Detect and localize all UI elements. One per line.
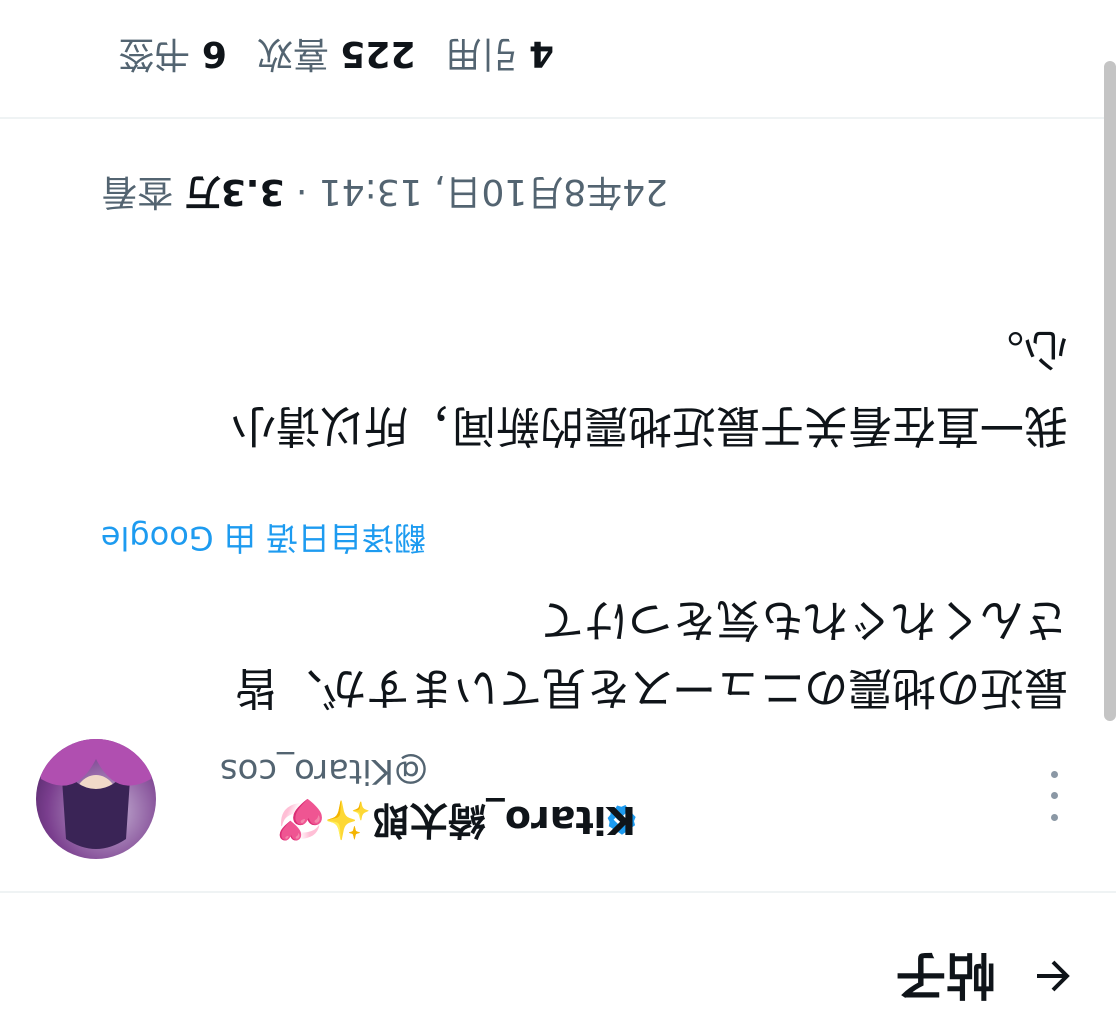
views-label: 查看 [101, 171, 174, 212]
avatar[interactable] [36, 739, 156, 859]
bookmarks-label: 书签 [118, 33, 191, 74]
translated-text-line: 我一直在看关于最近地震的新闻，所以请小 [232, 400, 1068, 451]
quotes-stat[interactable]: 4 引用 [445, 33, 554, 74]
likes-label: 喜欢 [256, 33, 329, 74]
likes-count: 225 [340, 33, 416, 74]
tweet-meta: 24年8月10日, 13:41 · 3.3万 查看 [101, 169, 668, 213]
divider [0, 117, 1116, 119]
translated-text-line: 心。 [980, 324, 1068, 375]
translated-text: 我一直在看关于最近地震的新闻，所以请小 心。 [38, 311, 1068, 463]
translation-attribution[interactable]: 翻译自日语 由 Google [101, 517, 426, 563]
likes-stat[interactable]: 225 喜欢 [257, 33, 416, 74]
translate-via: 由 Google [100, 519, 256, 557]
scrollbar[interactable] [1104, 61, 1116, 721]
more-dot [1051, 771, 1059, 778]
tweet-text-line: 最近の地震のニュースを見ていますが、皆 [235, 662, 1068, 713]
display-name-text: Kitaro_綺太郎 [371, 798, 636, 842]
translate-label: 翻译自日语 [265, 519, 426, 557]
page-title: 帖子 [896, 946, 996, 1004]
header: 帖子 [0, 921, 1116, 1031]
timestamp: 24年8月10日, 13:41 [318, 171, 668, 212]
arrow-left-icon [1037, 960, 1070, 992]
bookmarks-count: 6 [201, 33, 227, 74]
quotes-label: 引用 [445, 33, 518, 74]
author-display-name[interactable]: Kitaro_綺太郎✨💞 [277, 797, 636, 843]
meta-dot: · [295, 171, 308, 212]
rotated-page: 帖子 Kitaro_綺太郎✨💞 @Kitaro_cos 最近の地震のニュースを見… [0, 0, 1116, 1031]
more-vertical-icon [1051, 814, 1059, 821]
quotes-count: 4 [528, 33, 554, 74]
bookmarks-stat[interactable]: 6 书签 [118, 33, 227, 74]
display-name-emoji: ✨💞 [277, 798, 372, 842]
back-button[interactable] [1020, 943, 1086, 1009]
views-count: 3.3万 [184, 171, 285, 212]
tweet-text-line: さんくれぐれも気をつけて [540, 594, 1068, 645]
author-row: Kitaro_綺太郎✨💞 @Kitaro_cos [0, 739, 1116, 881]
tweet-stats: 4 引用 225 喜欢 6 书签 [118, 31, 554, 75]
divider [0, 891, 1116, 893]
avatar-image-icon [36, 739, 156, 849]
more-options-button[interactable] [1040, 771, 1070, 821]
tweet-text: 最近の地震のニュースを見ていますが、皆 さんくれぐれも気をつけて [38, 585, 1068, 721]
author-handle[interactable]: @Kitaro_cos [220, 751, 428, 791]
more-dot [1051, 792, 1059, 800]
